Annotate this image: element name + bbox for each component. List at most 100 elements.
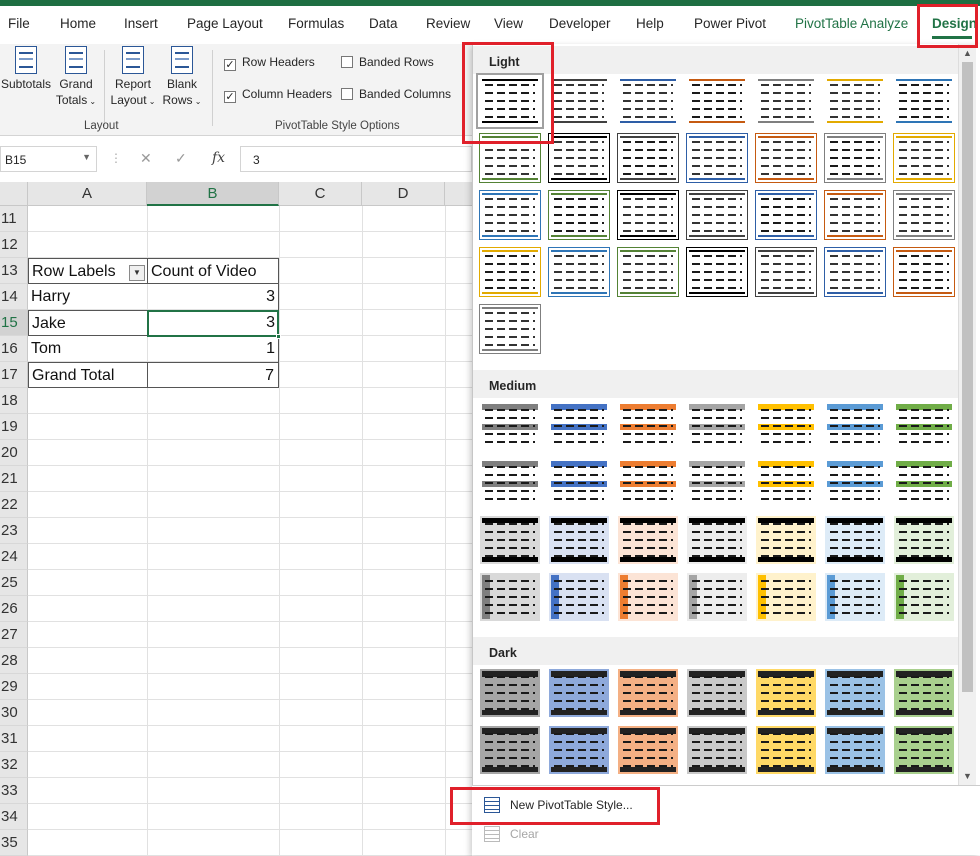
grand-totals-button[interactable]: Grand Totals ⌄ [54,44,98,110]
style-swatch-medium[interactable] [755,572,817,622]
chevron-down-icon[interactable]: ▼ [82,152,91,162]
row-header-16[interactable]: 16 [0,336,28,362]
style-swatch-dark[interactable] [893,668,955,718]
style-swatch-medium[interactable] [479,401,541,451]
style-swatch-medium[interactable] [548,401,610,451]
filter-dropdown-icon[interactable]: ▼ [129,265,145,281]
tab-data[interactable]: Data [369,16,398,31]
tab-power-pivot[interactable]: Power Pivot [694,16,766,31]
tab-insert[interactable]: Insert [124,16,158,31]
style-swatch-light[interactable] [548,76,610,126]
row-header-20[interactable]: 20 [0,440,28,466]
row-header-32[interactable]: 32 [0,752,28,778]
name-box[interactable]: B15 ▼ [0,146,97,172]
style-swatch-medium[interactable] [824,401,886,451]
style-swatch-light[interactable] [893,190,955,240]
pivot-grand-total-value[interactable]: 7 [147,362,279,388]
style-swatch-medium[interactable] [617,458,679,508]
style-swatch-light[interactable] [755,190,817,240]
style-swatch-medium[interactable] [548,515,610,565]
row-header-13[interactable]: 13 [0,258,28,284]
style-swatch-light[interactable] [686,76,748,126]
style-swatch-medium[interactable] [686,572,748,622]
row-header-34[interactable]: 34 [0,804,28,830]
column-header-e[interactable] [445,182,472,206]
tab-developer[interactable]: Developer [549,16,611,31]
style-swatch-medium[interactable] [617,572,679,622]
formula-input[interactable]: 3 [240,146,472,172]
style-swatch-light[interactable] [893,133,955,183]
style-swatch-dark[interactable] [548,725,610,775]
row-header-19[interactable]: 19 [0,414,28,440]
style-swatch-medium[interactable] [893,572,955,622]
row-header-31[interactable]: 31 [0,726,28,752]
style-swatch-light[interactable] [548,133,610,183]
blank-rows-button[interactable]: Blank Rows ⌄ [160,44,204,110]
column-header-b[interactable]: B [147,182,279,206]
tab-review[interactable]: Review [426,16,470,31]
style-swatch-medium[interactable] [548,458,610,508]
style-swatch-medium[interactable] [479,515,541,565]
row-header-27[interactable]: 27 [0,622,28,648]
pivot-row-label[interactable]: Jake [28,310,148,336]
pivot-row-value[interactable]: 1 [147,336,279,362]
tab-view[interactable]: View [494,16,523,31]
row-header-22[interactable]: 22 [0,492,28,518]
style-swatch-light[interactable] [755,133,817,183]
column-headers-checkbox[interactable]: ✓ Column Headers [224,87,332,103]
pivot-row-label[interactable]: Harry [28,284,148,310]
tab-home[interactable]: Home [60,16,96,31]
style-swatch-dark[interactable] [617,668,679,718]
style-swatch-light[interactable] [824,190,886,240]
style-swatch-light[interactable] [479,247,541,297]
tab-pivottable-analyze[interactable]: PivotTable Analyze [795,16,908,31]
row-header-11[interactable]: 11 [0,206,28,232]
style-swatch-medium[interactable] [755,515,817,565]
style-swatch-medium[interactable] [686,401,748,451]
tab-formulas[interactable]: Formulas [288,16,344,31]
tab-page-layout[interactable]: Page Layout [187,16,263,31]
style-swatch-light[interactable] [617,133,679,183]
scroll-up-icon[interactable]: ▲ [963,48,972,58]
style-swatch-light[interactable] [893,247,955,297]
fill-handle[interactable] [276,334,281,339]
style-swatch-light[interactable] [755,76,817,126]
row-header-28[interactable]: 28 [0,648,28,674]
style-swatch-dark[interactable] [617,725,679,775]
style-swatch-light[interactable] [479,304,541,354]
column-header-a[interactable]: A [28,182,147,206]
pivot-header-count[interactable]: Count of Video [147,258,279,284]
pivot-row-value[interactable]: 3 [147,284,279,310]
style-swatch-medium[interactable] [548,572,610,622]
banded-rows-checkbox[interactable]: Banded Rows [341,55,434,69]
style-swatch-medium[interactable] [893,458,955,508]
pivot-grand-total-label[interactable]: Grand Total [28,362,148,388]
column-header-d[interactable]: D [362,182,445,206]
style-swatch-light[interactable] [479,190,541,240]
gallery-scrollbar[interactable]: ▲ ▼ [958,44,976,785]
style-swatch-light[interactable] [824,133,886,183]
style-swatch-light[interactable] [686,247,748,297]
pivot-row-label[interactable]: Tom [28,336,148,362]
style-swatch-dark[interactable] [893,725,955,775]
style-swatch-medium[interactable] [479,458,541,508]
style-swatch-dark[interactable] [686,725,748,775]
row-header-14[interactable]: 14 [0,284,28,310]
tab-help[interactable]: Help [636,16,664,31]
row-header-26[interactable]: 26 [0,596,28,622]
style-swatch-light[interactable] [755,247,817,297]
row-header-15[interactable]: 15 [0,310,28,336]
row-header-25[interactable]: 25 [0,570,28,596]
style-swatch-medium[interactable] [893,515,955,565]
style-swatch-dark[interactable] [755,725,817,775]
row-header-18[interactable]: 18 [0,388,28,414]
enter-icon[interactable]: ✓ [175,150,187,167]
insert-function-icon[interactable]: fx [212,150,225,166]
style-swatch-light[interactable] [617,76,679,126]
style-swatch-dark[interactable] [824,668,886,718]
row-headers-checkbox[interactable]: ✓ Row Headers [224,55,315,71]
style-swatch-light[interactable] [824,76,886,126]
style-swatch-medium[interactable] [686,515,748,565]
row-header-35[interactable]: 35 [0,830,28,856]
style-swatch-light[interactable] [548,190,610,240]
